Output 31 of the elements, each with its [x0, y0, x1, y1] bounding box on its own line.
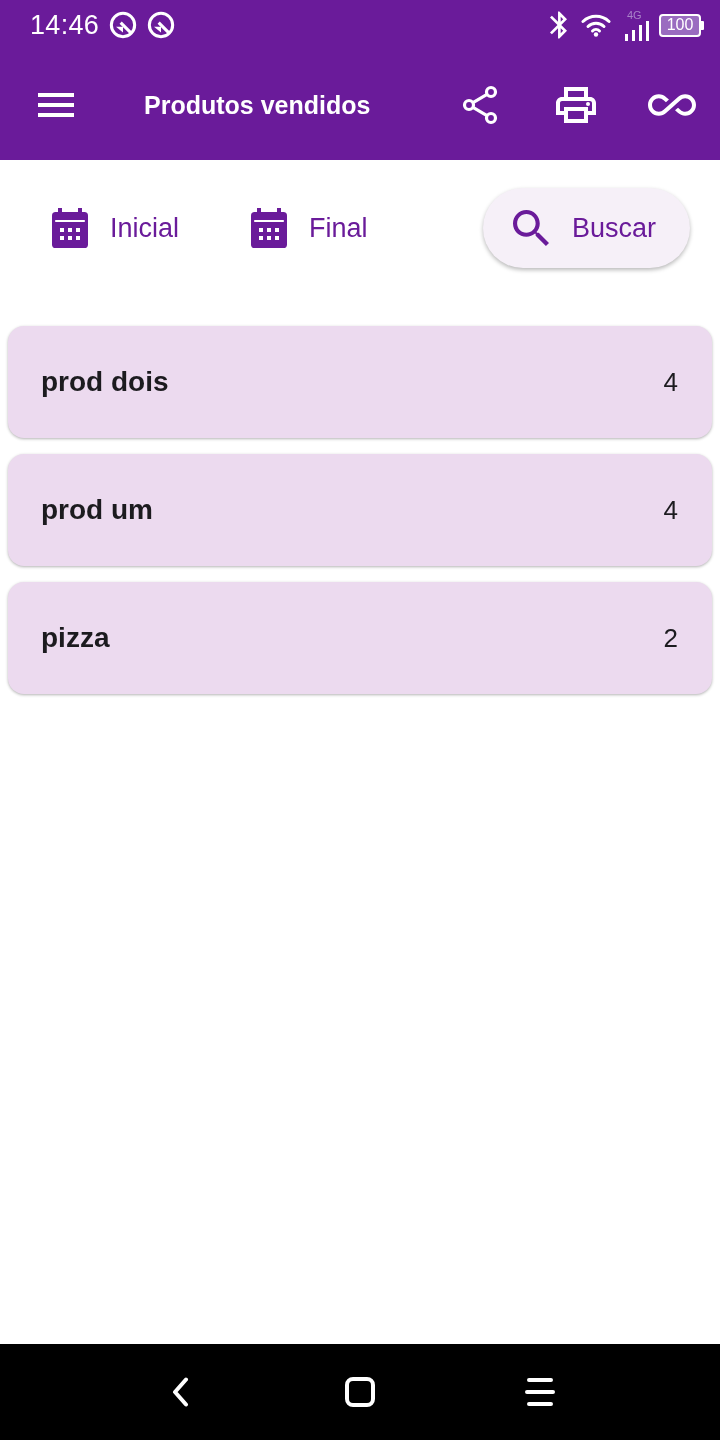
screen-title: Produtos vendidos	[144, 90, 371, 120]
calendar-icon	[52, 208, 88, 248]
product-card[interactable]: pizza 2	[8, 582, 712, 694]
product-name: prod dois	[41, 366, 169, 398]
print-icon[interactable]	[556, 87, 596, 123]
product-card[interactable]: prod um 4	[8, 454, 712, 566]
quantity-sold: 2	[663, 622, 678, 654]
clock-time: 14:46	[30, 9, 100, 41]
calendar-icon	[251, 208, 288, 248]
product-card[interactable]: prod dois 4	[8, 326, 712, 438]
menu-icon[interactable]	[38, 93, 74, 117]
battery-indicator: 100	[659, 13, 704, 37]
notification-icon	[109, 11, 138, 39]
quantity-sold: 4	[663, 366, 678, 398]
infinity-icon[interactable]	[648, 94, 696, 116]
search-button[interactable]: Buscar	[482, 188, 690, 268]
search-icon	[512, 210, 549, 246]
wifi-icon	[581, 13, 611, 37]
date-button[interactable]: Final	[227, 188, 392, 268]
share-icon[interactable]	[462, 85, 498, 125]
back-icon[interactable]	[171, 1377, 189, 1407]
date-button[interactable]: Inicial	[28, 188, 204, 268]
menu-icon[interactable]	[525, 1378, 555, 1406]
network-type-label: 4G	[627, 9, 642, 21]
home-icon[interactable]	[345, 1377, 375, 1407]
bluetooth-icon	[550, 11, 567, 39]
quantity-sold: 4	[663, 494, 678, 526]
signal-icon	[625, 20, 649, 41]
product-name: prod um	[41, 494, 153, 526]
product-name: pizza	[41, 622, 110, 654]
notification-icon	[147, 11, 176, 39]
